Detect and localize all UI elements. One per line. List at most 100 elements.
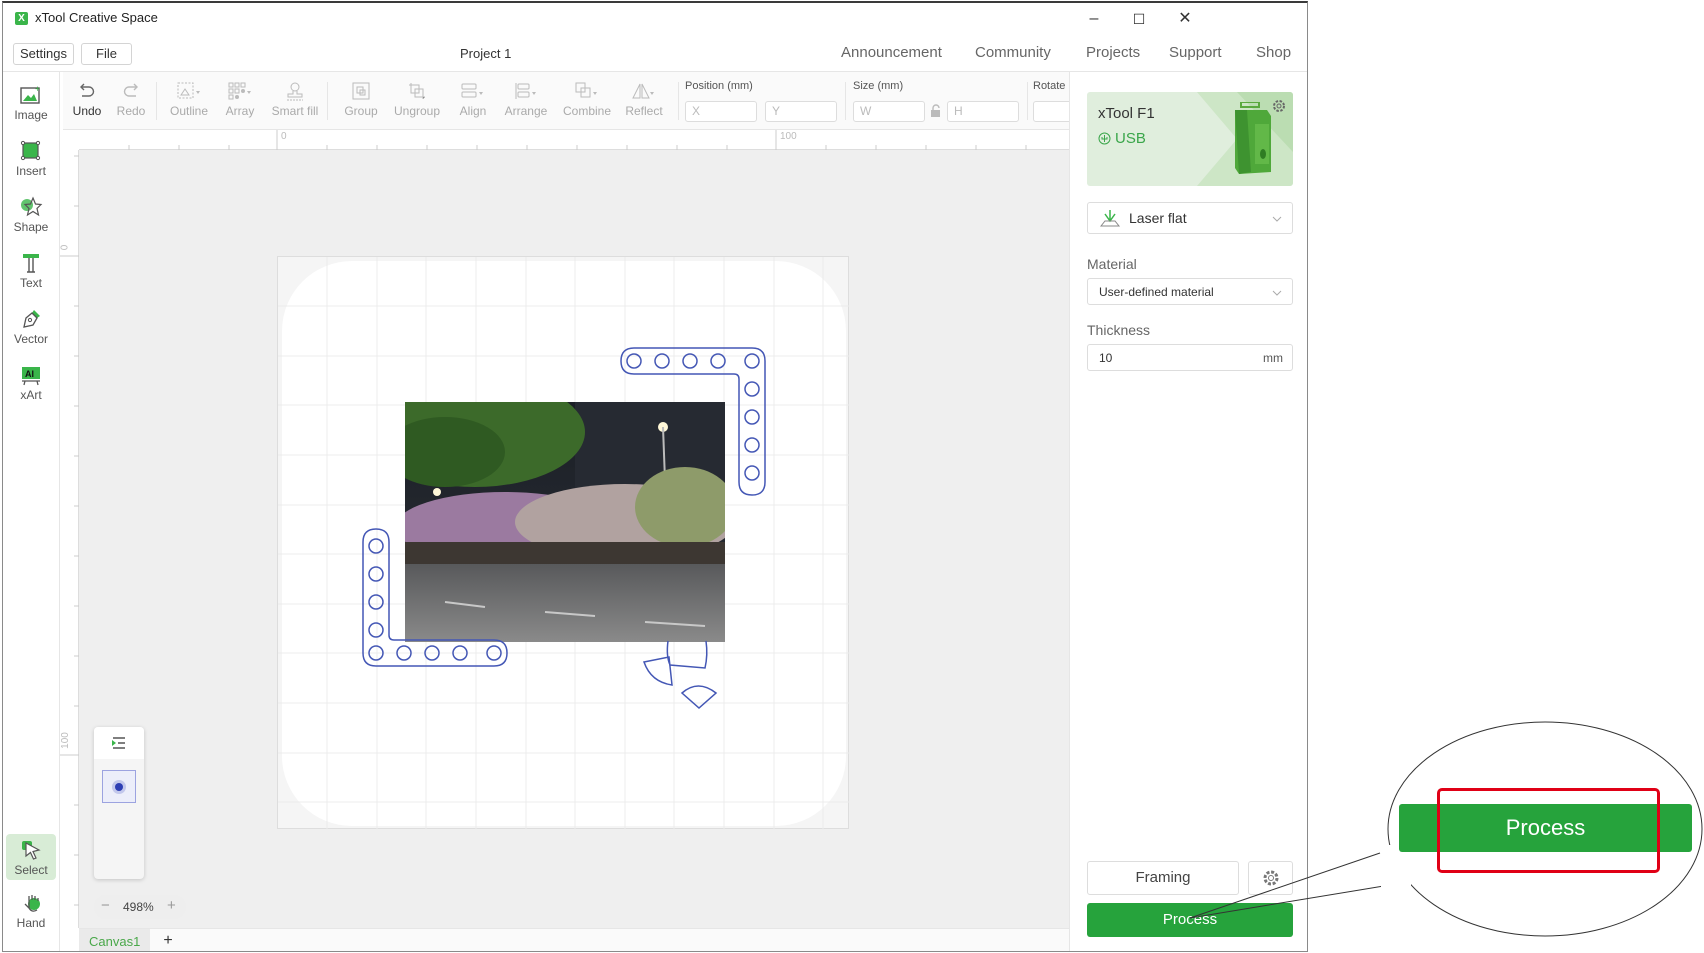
file-button[interactable]: File (81, 43, 132, 65)
nav-projects[interactable]: Projects (1086, 44, 1140, 61)
zoom-control: − 498% + (94, 895, 186, 919)
left-sidebar: + Image Insert Shape Text Vector AI xArt… (3, 72, 60, 951)
app-window: X xTool Creative Space – ☐ ✕ Settings Fi… (2, 1, 1308, 952)
reflect-icon (616, 78, 672, 104)
sidebar-item-insert[interactable]: Insert (6, 138, 56, 178)
maximize-button[interactable]: ☐ (1124, 7, 1154, 31)
app-title: xTool Creative Space (35, 10, 158, 25)
thickness-value: 10 (1099, 351, 1113, 365)
chevron-down-icon (1272, 216, 1282, 222)
image-icon: + (6, 82, 56, 108)
work-area[interactable] (277, 256, 850, 830)
tool-label: Array (225, 104, 255, 118)
sidebar-item-image[interactable]: + Image (6, 82, 56, 122)
nav-support[interactable]: Support (1169, 44, 1222, 61)
sidebar-label: Insert (15, 164, 46, 178)
aspect-lock-icon[interactable] (930, 104, 942, 123)
add-canvas-button[interactable]: + (156, 929, 180, 951)
sidebar-item-select[interactable]: Select (6, 834, 56, 880)
process-button[interactable]: Process (1087, 903, 1293, 937)
menu-bar: Settings File Project 1 Announcement Com… (3, 35, 1307, 72)
svg-text:AI: AI (25, 369, 34, 379)
smart-fill-button[interactable]: Smart fill (267, 78, 323, 118)
process-settings-button[interactable] (1248, 861, 1293, 895)
group-icon (333, 78, 389, 104)
toolbar-divider (845, 82, 846, 120)
device-card[interactable]: xTool F1 USB (1087, 92, 1293, 186)
arrange-icon (498, 78, 554, 104)
layer-thumbnail[interactable] (102, 770, 136, 803)
nav-shop[interactable]: Shop (1256, 44, 1291, 61)
thickness-input[interactable]: 10 mm (1087, 344, 1293, 371)
sidebar-label: Vector (13, 332, 49, 346)
connection-status: USB (1098, 130, 1146, 147)
xart-icon: AI (6, 362, 56, 388)
layer-list-icon (112, 737, 125, 749)
group-button[interactable]: Group (333, 78, 389, 118)
sidebar-item-vector[interactable]: Vector (6, 306, 56, 346)
material-label: Material (1087, 256, 1137, 272)
ruler-left: 0 100 (59, 150, 79, 928)
outline-button[interactable]: Outline (161, 78, 217, 118)
tab-canvas1[interactable]: Canvas1 (79, 929, 151, 951)
text-icon (6, 250, 56, 276)
tool-label: Align (459, 104, 487, 118)
size-w-input[interactable]: W (853, 101, 925, 122)
settings-button[interactable]: Settings (13, 43, 74, 65)
position-y-input[interactable]: Y (765, 101, 837, 122)
ungroup-button[interactable]: Ungroup (389, 78, 445, 118)
sidebar-item-text[interactable]: Text (6, 250, 56, 290)
nav-community[interactable]: Community (975, 44, 1051, 61)
zoom-out-button[interactable]: − (101, 897, 110, 914)
sidebar-item-shape[interactable]: Shape (6, 194, 56, 234)
laser-machine-icon (1235, 102, 1271, 174)
material-dropdown[interactable]: User-defined material (1087, 278, 1293, 305)
rotate-input[interactable] (1033, 101, 1073, 122)
project-title: Project 1 (460, 46, 512, 61)
right-panel: xTool F1 USB Laser flat Material User-de… (1069, 72, 1307, 951)
close-button[interactable]: ✕ (1170, 7, 1200, 31)
device-settings-icon[interactable] (1271, 98, 1287, 114)
vector-fan-shapes[interactable] (278, 257, 850, 830)
align-button[interactable]: Align (445, 78, 501, 118)
thickness-label: Thickness (1087, 322, 1151, 338)
redo-button[interactable]: Redo (103, 78, 159, 118)
size-h-input[interactable]: H (947, 101, 1019, 122)
insert-icon (6, 138, 56, 164)
zoom-in-button[interactable]: + (167, 897, 176, 914)
mode-dropdown[interactable]: Laser flat (1087, 202, 1293, 234)
sidebar-label: Hand (16, 916, 46, 930)
sidebar-item-hand[interactable]: Hand (6, 890, 56, 930)
framing-button[interactable]: Framing (1087, 861, 1239, 895)
mode-value: Laser flat (1129, 210, 1187, 226)
tool-label: Outline (169, 104, 209, 118)
ruler-label: 100 (59, 732, 71, 749)
position-x-input[interactable]: X (685, 101, 757, 122)
tool-label: Reflect (625, 104, 663, 118)
design-canvas[interactable]: − 498% + (79, 150, 1069, 928)
sidebar-label: Image (14, 108, 48, 122)
tool-label: Combine (562, 104, 612, 118)
select-cursor-icon (6, 837, 56, 863)
combine-icon (559, 78, 615, 104)
sidebar-item-xart[interactable]: AI xArt (6, 362, 56, 402)
combine-button[interactable]: Combine (559, 78, 615, 118)
minimize-button[interactable]: – (1079, 7, 1109, 31)
ruler-label: 0 (281, 131, 287, 142)
array-button[interactable]: Array (212, 78, 268, 118)
tool-label: Smart fill (271, 104, 319, 118)
toolbar: Undo Redo Outline Array Smart fill Group… (63, 72, 1073, 130)
nav-announcement[interactable]: Announcement (841, 44, 942, 61)
app-logo-icon: X (15, 12, 28, 25)
align-icon (445, 78, 501, 104)
highlight-box (1437, 788, 1660, 873)
layers-toggle-button[interactable] (94, 727, 144, 759)
sidebar-label: Text (19, 276, 42, 290)
sidebar-label: Shape (13, 220, 49, 234)
arrange-button[interactable]: Arrange (498, 78, 554, 118)
ruler-top: 0 100 (79, 130, 1069, 150)
material-value: User-defined material (1099, 285, 1214, 299)
layer-dot-icon (112, 779, 126, 794)
ruler-label: 0 (59, 244, 71, 251)
reflect-button[interactable]: Reflect (616, 78, 672, 118)
